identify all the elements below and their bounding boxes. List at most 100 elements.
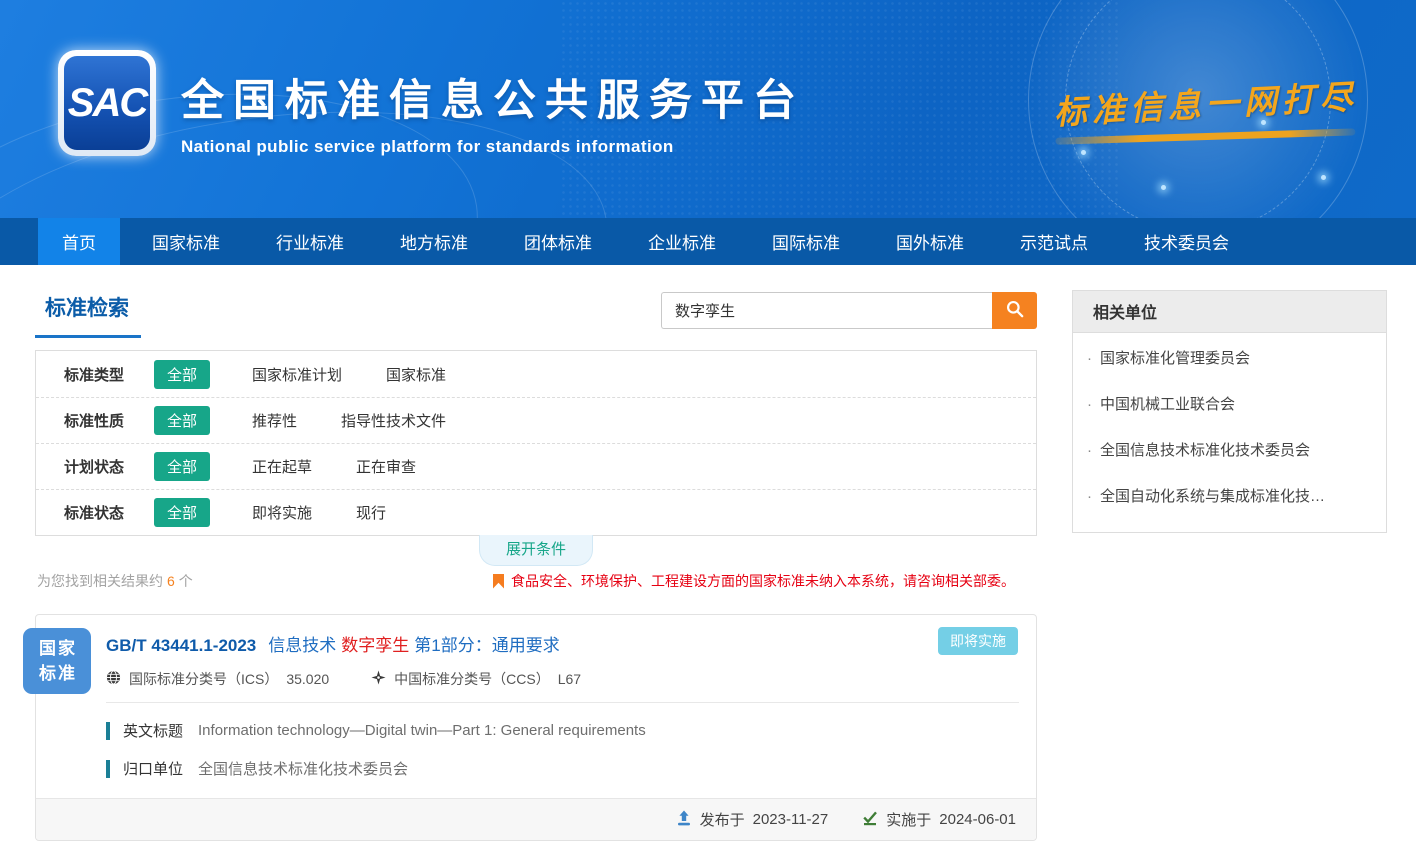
filter-option[interactable]: 即将实施: [252, 502, 312, 523]
nav-item-national-standards[interactable]: 国家标准: [128, 218, 244, 265]
standard-type-badge[interactable]: 国家 标准: [23, 628, 91, 694]
nav-item-international-standards[interactable]: 国际标准: [748, 218, 864, 265]
filter-row-standard-nature: 标准性质 全部 推荐性 指导性技术文件: [36, 397, 1036, 443]
card-head: GB/T 43441.1-2023 信息技术 数字孪生 第1部分：通用要求: [36, 615, 1036, 689]
committee-value: 全国信息技术标准化技术委员会: [198, 758, 408, 779]
filter-option[interactable]: 正在审查: [356, 456, 416, 477]
search-input[interactable]: [661, 292, 992, 329]
site-banner: SAC 全国标准信息公共服务平台 National public service…: [0, 0, 1416, 218]
nav-item-pilot-programs[interactable]: 示范试点: [996, 218, 1112, 265]
filter-panel: 标准类型 全部 国家标准计划 国家标准 标准性质 全部 推荐性 指导性技术文件 …: [35, 350, 1037, 536]
filter-option[interactable]: 国家标准计划: [252, 364, 342, 385]
sidebar-item-label: 全国信息技术标准化技术委员会: [1100, 439, 1310, 460]
nav-item-foreign-standards[interactable]: 国外标准: [872, 218, 988, 265]
filter-option[interactable]: 指导性技术文件: [341, 410, 446, 431]
nav-item-enterprise-standards[interactable]: 企业标准: [624, 218, 740, 265]
related-units-title: 相关单位: [1073, 291, 1386, 333]
standard-title-link[interactable]: GB/T 43441.1-2023 信息技术 数字孪生 第1部分：通用要求: [106, 631, 886, 656]
notice-text: 食品安全、环境保护、工程建设方面的国家标准未纳入本系统，请咨询相关部委。: [511, 571, 1015, 591]
sidebar-item-automation-committee[interactable]: · 全国自动化系统与集成标准化技…: [1073, 471, 1386, 517]
nav-item-group-standards[interactable]: 团体标准: [500, 218, 616, 265]
sidebar-item-it-standards-committee[interactable]: · 全国信息技术标准化技术委员会: [1073, 425, 1386, 471]
result-count-number: 6: [167, 573, 175, 589]
sidebar-item-label: 国家标准化管理委员会: [1100, 347, 1250, 368]
bullet: ·: [1087, 396, 1092, 413]
ccs-label: 中国标准分类号（CCS）: [394, 669, 550, 689]
search-button[interactable]: [992, 292, 1037, 329]
sidebar-item-machinery-federation[interactable]: · 中国机械工业联合会: [1073, 379, 1386, 425]
implement-date-item: 实施于 2024-06-01: [862, 809, 1016, 830]
bullet: ·: [1087, 488, 1092, 505]
bullet: ·: [1087, 350, 1092, 367]
standard-title-highlight[interactable]: 数字孪生: [341, 631, 409, 656]
filter-label: 计划状态: [64, 456, 154, 477]
nav-item-local-standards[interactable]: 地方标准: [376, 218, 492, 265]
main-nav: 首页 国家标准 行业标准 地方标准 团体标准 企业标准 国际标准 国外标准 示范…: [0, 218, 1416, 265]
filter-all-button[interactable]: 全部: [154, 498, 210, 527]
committee-row: 归口单位 全国信息技术标准化技术委员会: [106, 758, 1036, 779]
implement-label: 实施于: [886, 809, 931, 830]
publish-date: 2023-11-27: [753, 811, 829, 828]
nav-item-home[interactable]: 首页: [38, 218, 120, 265]
row-marker-bar: [106, 760, 110, 778]
sidebar-item-label: 全国自动化系统与集成标准化技…: [1100, 485, 1325, 506]
filter-row-plan-status: 计划状态 全部 正在起草 正在审查: [36, 443, 1036, 489]
standard-title-part1[interactable]: 信息技术: [268, 631, 336, 656]
implement-date: 2024-06-01: [939, 811, 1016, 828]
card-footer: 发布于 2023-11-27 实施于 2024-06-01: [36, 798, 1036, 840]
sac-logo-inner: SAC: [64, 56, 150, 150]
ics-label: 国际标准分类号（ICS）: [129, 669, 278, 689]
spark-dot: [1081, 150, 1086, 155]
filter-label: 标准性质: [64, 410, 154, 431]
sidebar-item-sac[interactable]: · 国家标准化管理委员会: [1073, 333, 1386, 379]
spark-dot: [1321, 175, 1326, 180]
classification-meta-row: 国际标准分类号（ICS） 35.020 中国标准分类号（CCS） L67: [106, 669, 886, 689]
sidebar-item-label: 中国机械工业联合会: [1100, 393, 1235, 414]
filter-label: 标准类型: [64, 364, 154, 385]
filter-row-standard-status: 标准状态 全部 即将实施 现行: [36, 489, 1036, 535]
filter-row-standard-type: 标准类型 全部 国家标准计划 国家标准: [36, 351, 1036, 397]
filter-label: 标准状态: [64, 502, 154, 523]
publish-label: 发布于: [700, 809, 745, 830]
spark-dot: [1161, 185, 1166, 190]
search-results-column: 标准检索 标准类型 全部 国家标准计: [35, 290, 1037, 841]
nav-item-industry-standards[interactable]: 行业标准: [252, 218, 368, 265]
check-icon: [862, 810, 878, 830]
ics-meta: 国际标准分类号（ICS） 35.020: [106, 669, 329, 689]
search-section: 标准检索: [35, 290, 1037, 338]
filter-option[interactable]: 正在起草: [252, 456, 312, 477]
english-title-value: Information technology—Digital twin—Part…: [198, 722, 646, 739]
english-title-row: 英文标题 Information technology—Digital twin…: [106, 720, 1036, 741]
site-titles: 全国标准信息公共服务平台 National public service pla…: [181, 66, 805, 157]
badge-line2: 标准: [37, 661, 77, 687]
related-units-panel: 相关单位 · 国家标准化管理委员会 · 中国机械工业联合会 · 全国信息技术标准…: [1072, 290, 1387, 533]
card-divider: [106, 702, 1019, 703]
filter-all-button[interactable]: 全部: [154, 452, 210, 481]
result-count-prefix: 为您找到相关结果约: [37, 573, 163, 589]
sac-logo-text: SAC: [68, 81, 146, 126]
standard-result-card: 国家 标准 即将实施 GB/T 43441.1-2023 信息技术 数字孪生 第…: [35, 614, 1037, 841]
badge-line1: 国家: [37, 636, 77, 662]
result-info-row: 为您找到相关结果约6个 食品安全、环境保护、工程建设方面的国家标准未纳入本系统，…: [35, 571, 1037, 591]
section-title-block: 标准检索: [35, 290, 141, 338]
filter-option[interactable]: 推荐性: [252, 410, 297, 431]
search-icon: [1005, 299, 1025, 322]
filter-option[interactable]: 国家标准: [386, 364, 446, 385]
filter-all-button[interactable]: 全部: [154, 406, 210, 435]
filter-option[interactable]: 现行: [356, 502, 386, 523]
nav-item-technical-committees[interactable]: 技术委员会: [1120, 218, 1253, 265]
search-box: [661, 292, 1037, 329]
globe-icon: [106, 670, 121, 688]
result-count: 为您找到相关结果约6个: [37, 571, 193, 591]
standard-code[interactable]: GB/T 43441.1-2023: [106, 636, 256, 656]
expand-conditions-button[interactable]: 展开条件: [479, 535, 593, 566]
ccs-value: L67: [558, 671, 581, 687]
site-title-cn: 全国标准信息公共服务平台: [181, 66, 805, 128]
result-count-suffix: 个: [179, 573, 193, 589]
ics-value: 35.020: [286, 671, 329, 687]
title-underline: [35, 335, 141, 338]
page-title: 标准检索: [35, 290, 141, 335]
status-badge: 即将实施: [938, 627, 1018, 655]
filter-all-button[interactable]: 全部: [154, 360, 210, 389]
standard-title-part2[interactable]: 第1部分：通用要求: [414, 631, 559, 656]
